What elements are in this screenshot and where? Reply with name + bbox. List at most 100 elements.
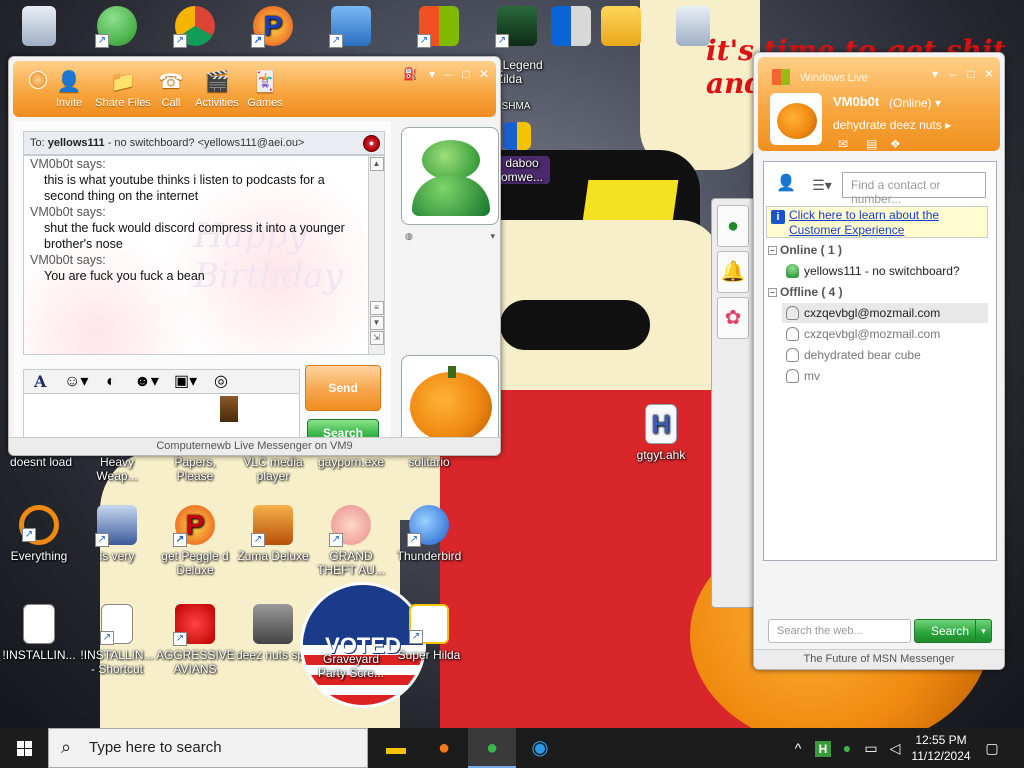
- msn-today-icon[interactable]: ❖: [890, 137, 901, 151]
- invite-button[interactable]: 👤 Invite: [45, 69, 93, 109]
- peggle-deluxe-desktop-icon[interactable]: P get Peggle d Deluxe: [156, 505, 234, 577]
- taskbar-search-box[interactable]: ⌕ Type here to search: [48, 728, 368, 768]
- file-explorer-taskbar-icon[interactable]: ▬: [372, 728, 420, 768]
- background-icon[interactable]: ▣▾: [174, 372, 197, 392]
- search-contacts-input[interactable]: Find a contact or number...: [842, 172, 986, 206]
- chat-window[interactable]: 👤 Invite 📁 Share Files ☎ Call 🎬 Activities 🃏…: [8, 56, 501, 456]
- contact-item[interactable]: dehydrated bear cube: [782, 345, 988, 365]
- show-hidden-icons-icon[interactable]: ^: [788, 728, 808, 768]
- contact-item[interactable]: cxzqevbgl@mozmail.com: [782, 324, 988, 344]
- close-icon[interactable]: ✕: [982, 67, 996, 81]
- nudge-icon[interactable]: ◐: [106, 372, 116, 392]
- desktop-item-solitario[interactable]: solitario: [390, 455, 468, 469]
- start-button[interactable]: [0, 728, 48, 768]
- add-contact-icon[interactable]: 👤: [772, 173, 800, 197]
- chrome-desktop-icon[interactable]: [156, 6, 234, 50]
- zuma-desktop-icon[interactable]: Zuma Deluxe: [234, 505, 312, 563]
- graveyard-party-desktop-icon[interactable]: Graveyard Party Scre...: [312, 652, 390, 680]
- wink-icon[interactable]: ☻▾: [134, 372, 159, 392]
- contact-picture-options[interactable]: ◍ ▾: [401, 227, 499, 247]
- volume-tray-icon[interactable]: ◁: [884, 728, 906, 768]
- desktop-item-heavy-weap[interactable]: Heavy Weap...: [78, 455, 156, 483]
- network-tray-icon[interactable]: ▭: [860, 728, 882, 768]
- maximize-icon[interactable]: □: [964, 67, 978, 81]
- chevron-down-icon[interactable]: ▾: [975, 620, 991, 642]
- minimize-icon[interactable]: –: [946, 67, 960, 81]
- system-clock[interactable]: 12:55 PM 11/12/2024: [905, 730, 977, 764]
- scroll-down-icon[interactable]: ▼: [369, 316, 384, 330]
- send-button[interactable]: Send: [305, 365, 381, 411]
- file-explorer-desktop-icon[interactable]: [582, 6, 660, 50]
- block-icon[interactable]: ●: [363, 135, 380, 152]
- ahk-desktop-icon[interactable]: H gtgyt.ahk: [622, 404, 700, 462]
- window-menu-dropdown-icon[interactable]: ▾: [928, 67, 942, 81]
- daboo-label[interactable]: daboo omwe...: [494, 156, 550, 184]
- messenger-tray-icon[interactable]: ●: [836, 728, 858, 768]
- messenger-window[interactable]: Windows Live ▾ – □ ✕ VM0b0t (Online) ▾ d…: [753, 52, 1005, 670]
- web-search-button[interactable]: Search ▾: [914, 619, 992, 643]
- recycle-bin-2-icon[interactable]: [654, 6, 732, 50]
- desktop-item-papers-please[interactable]: Papers, Please: [156, 455, 234, 483]
- personal-message[interactable]: dehydrate deez nuts ▸: [833, 118, 951, 132]
- recipient-name[interactable]: yellows111: [48, 137, 105, 149]
- installing-shortcut-desktop-icon[interactable]: !INSTALLIN... - Shortcut: [78, 604, 156, 676]
- is-very-desktop-icon[interactable]: is very: [78, 505, 156, 563]
- games-button[interactable]: 🃏 Games: [241, 69, 289, 109]
- desktop-item-gayporn[interactable]: gayporn.exe: [312, 455, 390, 469]
- customer-experience-link[interactable]: Click here to learn about the Customer E…: [789, 208, 939, 237]
- expand-icon[interactable]: ⇲: [369, 331, 384, 345]
- my-avatar[interactable]: [770, 93, 822, 145]
- contact-item[interactable]: mv: [782, 366, 988, 386]
- deez-nuts-spy-label: deez nuts spy: [235, 648, 311, 662]
- messenger-taskbar-icon[interactable]: ●: [468, 728, 516, 768]
- close-icon[interactable]: ✕: [477, 67, 491, 81]
- aggressive-avians-desktop-icon[interactable]: AGGRESSIVE AVIANS: [156, 604, 235, 676]
- social-tab-icon[interactable]: ✿: [717, 297, 749, 339]
- spaces-icon[interactable]: ▤: [866, 137, 877, 151]
- alerts-tab-icon[interactable]: 🔔: [717, 251, 749, 293]
- web-search-input[interactable]: Search the web...: [768, 619, 911, 643]
- super-hilda-desktop-icon[interactable]: Super Hilda: [390, 604, 468, 662]
- desktop-item-vlc[interactable]: VLC media player: [234, 455, 312, 483]
- share-files-button[interactable]: 📁 Share Files: [95, 69, 151, 109]
- activities-button[interactable]: 🎬 Activities: [193, 69, 241, 109]
- everything-desktop-icon[interactable]: Everything: [0, 505, 78, 563]
- windows-desktop-icon[interactable]: [400, 6, 478, 50]
- message-history[interactable]: Happy Birthday VM0b0t says: this is what…: [23, 155, 385, 355]
- offline-group-header[interactable]: – Offline ( 4 ): [768, 285, 843, 299]
- online-group-header[interactable]: – Online ( 1 ): [768, 243, 842, 257]
- call-button[interactable]: ☎ Call: [147, 69, 195, 109]
- contacts-tab-icon[interactable]: ●: [717, 205, 749, 247]
- gta-desktop-icon[interactable]: GRAND THEFT AU...: [312, 505, 390, 577]
- contact-display-picture[interactable]: [401, 127, 499, 225]
- paint-bucket-icon[interactable]: ⛽: [403, 67, 418, 81]
- voice-clip-icon[interactable]: ◎: [214, 372, 228, 392]
- peggle-desktop-icon[interactable]: P: [234, 6, 312, 50]
- contact-item[interactable]: yellows111 - no switchboard?: [782, 261, 988, 281]
- font-icon[interactable]: A: [34, 372, 46, 392]
- network-desktop-icon[interactable]: [312, 6, 390, 50]
- installing-desktop-icon[interactable]: !INSTALLIN...: [0, 604, 78, 662]
- my-status[interactable]: (Online) ▾: [889, 96, 941, 110]
- contact-item[interactable]: cxzqevbgl@mozmail.com: [782, 303, 988, 323]
- my-display-name[interactable]: VM0b0t: [833, 94, 879, 109]
- thunderbird-desktop-icon[interactable]: Thunderbird: [390, 505, 468, 563]
- history-scrollbar[interactable]: ▲ ≡ ▼ ⇲: [368, 156, 384, 354]
- messenger-desktop-icon[interactable]: [78, 6, 156, 50]
- customer-experience-bar[interactable]: i Click here to learn about the Customer…: [766, 206, 988, 238]
- maximize-icon[interactable]: □: [459, 67, 473, 81]
- my-picture-options[interactable]: ▾: [401, 455, 499, 456]
- edge-taskbar-icon[interactable]: ◉: [516, 728, 564, 768]
- recycle-bin-icon[interactable]: [0, 6, 78, 50]
- view-options-icon[interactable]: ☰▾: [808, 173, 836, 197]
- window-menu-dropdown-icon[interactable]: ▾: [425, 67, 439, 81]
- scroll-thumb[interactable]: ≡: [369, 301, 384, 315]
- mail-icon[interactable]: ✉: [838, 137, 848, 151]
- scroll-up-icon[interactable]: ▲: [369, 157, 384, 171]
- emoticon-icon[interactable]: ☺▾: [64, 372, 88, 392]
- firefox-taskbar-icon[interactable]: ●: [420, 728, 468, 768]
- minimize-icon[interactable]: –: [441, 67, 455, 81]
- autohotkey-tray-icon[interactable]: H: [812, 728, 834, 768]
- desktop-item-doesnt-load[interactable]: doesnt load: [2, 455, 80, 469]
- notifications-icon[interactable]: ▢: [980, 728, 1004, 768]
